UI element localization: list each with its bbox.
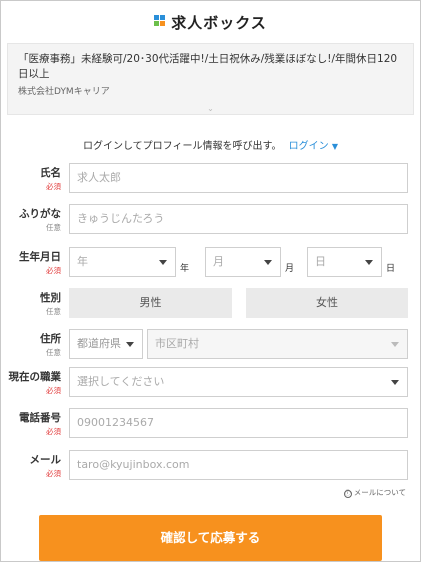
occupation-select[interactable]: 選択してください [69,367,408,397]
caret-down-icon [126,342,134,347]
login-prompt-line: ログインしてプロフィール情報を呼び出す。 ログイン ▼ [1,137,420,152]
header: 求人ボックス [1,1,420,43]
job-title: 「医療事務」未経験可/20･30代活躍中!/土日祝休み/残業ほぼなし!/年間休日… [18,53,398,80]
furigana-label-group: ふりがな 任意 [1,206,61,233]
gender-female-button[interactable]: 女性 [246,288,408,318]
name-label: 氏名 [40,167,61,179]
day-unit: 日 [386,264,396,274]
name-input[interactable]: 求人太郎 [69,163,408,193]
chevron-down-icon[interactable]: ⌄ [207,104,214,113]
address-label: 住所 [40,333,61,345]
month-unit: 月 [285,264,295,274]
row-address: 住所 任意 都道府県 市区町村 [1,329,420,359]
submit-button[interactable]: 確認して応募する [39,515,382,561]
year-unit: 年 [180,264,190,274]
caret-down-icon [365,260,373,265]
birth-year-placeholder: 年 [77,255,88,268]
occupation-placeholder: 選択してください [77,375,165,388]
gender-label: 性別 [40,292,61,304]
email-label: メール [29,454,62,466]
caret-down-icon [391,342,399,347]
row-occupation: 現在の職業 必須 選択してください [1,367,420,397]
birth-year-select[interactable]: 年 [69,247,176,277]
city-placeholder: 市区町村 [155,337,199,350]
furigana-label: ふりがな [19,208,61,220]
occupation-label-group: 現在の職業 必須 [1,369,62,396]
prefecture-placeholder: 都道府県 [77,337,121,350]
brand-mark-icon [154,15,168,29]
job-company: 株式会社DYMキャリア [18,87,110,97]
caret-down-icon[interactable]: ▼ [332,142,338,151]
email-input[interactable]: taro@kyujinbox.com [69,450,408,480]
required-badge: 必須 [46,386,61,395]
birthdate-label: 生年月日 [19,251,61,263]
brand-logo[interactable]: 求人ボックス [154,12,267,33]
application-form-page: 求人ボックス 「医療事務」未経験可/20･30代活躍中!/土日祝休み/残業ほぼな… [0,0,421,562]
furigana-input[interactable]: きゅうじんたろう [69,204,408,234]
phone-label-group: 電話番号 必須 [1,410,61,437]
email-info-text: メールについて [353,488,406,497]
row-phone: 電話番号 必須 09001234567 [1,408,420,438]
row-email: メール 必須 taro@kyujinbox.com [1,450,420,480]
required-badge: 必須 [46,427,61,436]
info-icon: ⓘ [343,490,352,498]
row-birthdate: 生年月日 必須 年 年 月 月 日 日 [1,247,420,277]
phone-label: 電話番号 [19,412,61,424]
gender-label-group: 性別 任意 [1,290,61,317]
caret-down-icon [391,380,399,385]
job-summary[interactable]: 「医療事務」未経験可/20･30代活躍中!/土日祝休み/残業ほぼなし!/年間休日… [7,43,414,115]
caret-down-icon [264,260,272,265]
email-info-link[interactable]: ⓘ メールについて [343,487,406,498]
birth-day-select[interactable]: 日 [307,247,382,277]
optional-badge: 任意 [46,223,61,232]
optional-badge: 任意 [46,307,61,316]
optional-badge: 任意 [46,348,61,357]
row-furigana: ふりがな 任意 きゅうじんたろう [1,204,420,234]
required-badge: 必須 [46,182,61,191]
gender-male-button[interactable]: 男性 [69,288,232,318]
phone-input[interactable]: 09001234567 [69,408,408,438]
birth-month-placeholder: 月 [213,255,224,268]
birthdate-label-group: 生年月日 必須 [1,249,61,276]
name-label-group: 氏名 必須 [1,165,61,192]
caret-down-icon [159,260,167,265]
row-gender: 性別 任意 男性 女性 [1,288,420,318]
birth-day-placeholder: 日 [315,255,326,268]
address-label-group: 住所 任意 [1,331,61,358]
row-name: 氏名 必須 求人太郎 [1,163,420,193]
brand-name: 求人ボックス [171,13,267,32]
login-link[interactable]: ログイン [289,141,329,152]
birth-month-select[interactable]: 月 [205,247,281,277]
required-badge: 必須 [46,469,61,478]
city-select[interactable]: 市区町村 [147,329,408,359]
login-prompt: ログインしてプロフィール情報を呼び出す。 [82,141,282,152]
occupation-label: 現在の職業 [8,371,62,383]
required-badge: 必須 [46,266,61,275]
prefecture-select[interactable]: 都道府県 [69,329,143,359]
email-label-group: メール 必須 [1,452,62,479]
